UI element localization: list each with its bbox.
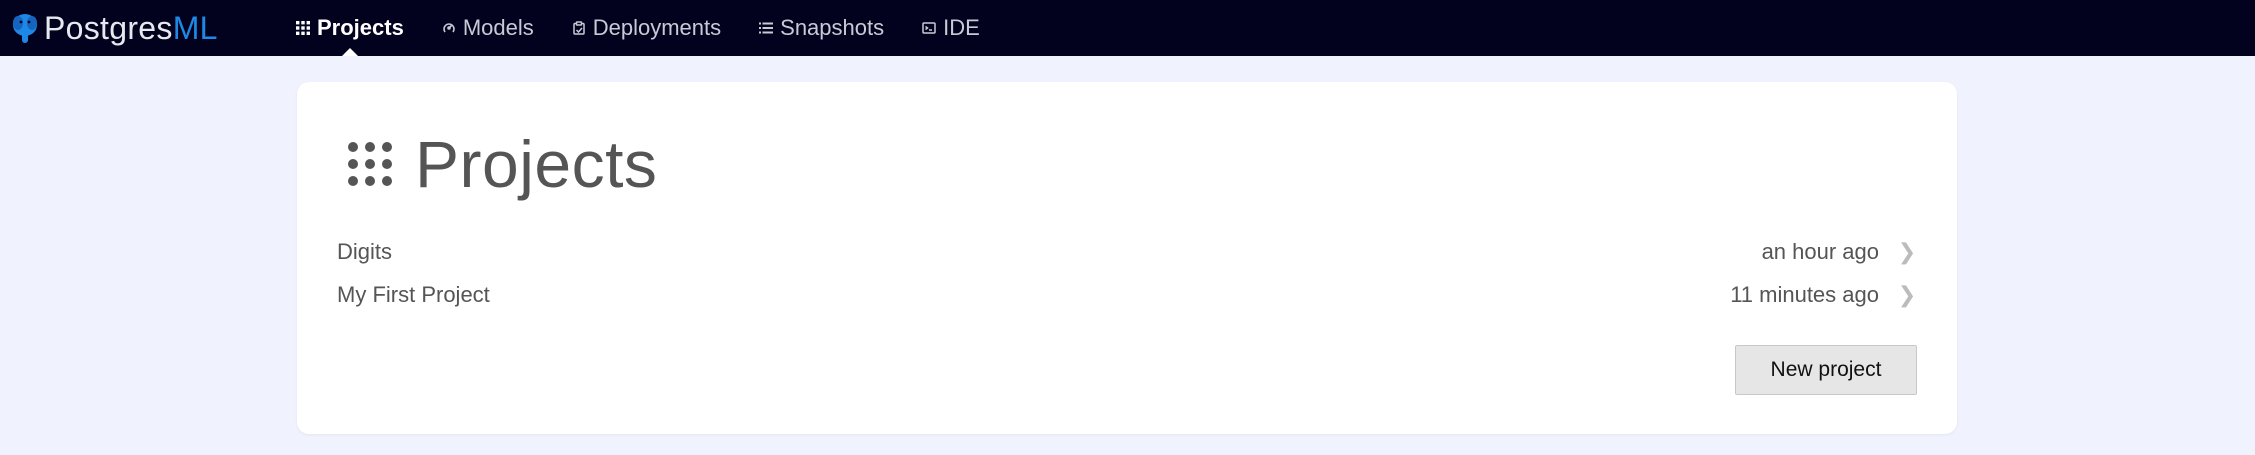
models-icon bbox=[443, 23, 455, 33]
nav-models[interactable]: Models bbox=[442, 0, 534, 56]
chevron-right-icon: ❯ bbox=[1897, 238, 1917, 264]
nav-snapshots[interactable]: Snapshots bbox=[759, 0, 884, 56]
main-nav: Projects Models Deployments Snapshots ID… bbox=[296, 0, 1018, 56]
projects-card: Projects Digits an hour ago ❯ My First P… bbox=[297, 82, 1957, 434]
project-updated-time: 11 minutes ago bbox=[1730, 281, 1879, 307]
project-list: Digits an hour ago ❯ My First Project 11… bbox=[337, 230, 1917, 316]
project-row-digits[interactable]: Digits an hour ago ❯ bbox=[337, 230, 1917, 273]
page-title-text: Projects bbox=[415, 127, 658, 201]
deployments-icon bbox=[573, 21, 585, 35]
brand-name: PostgresML bbox=[44, 9, 218, 46]
top-navigation-bar: PostgresML Projects Models Deployments S… bbox=[0, 0, 2255, 56]
project-updated-time: an hour ago bbox=[1761, 238, 1879, 264]
nav-deployments-label: Deployments bbox=[592, 15, 722, 40]
page-title: Projects bbox=[347, 124, 657, 204]
brand-logo-link[interactable]: PostgresML bbox=[10, 0, 218, 56]
nav-snapshots-label: Snapshots bbox=[780, 15, 885, 40]
nav-projects-label: Projects bbox=[317, 15, 404, 40]
elephant-logo-icon bbox=[13, 14, 37, 43]
nav-ide-label: IDE bbox=[943, 15, 980, 40]
project-name: Digits bbox=[337, 238, 393, 264]
chevron-right-icon: ❯ bbox=[1897, 281, 1917, 307]
grid-icon bbox=[348, 142, 392, 186]
nav-projects[interactable]: Projects bbox=[296, 0, 404, 56]
nav-ide[interactable]: IDE bbox=[922, 0, 980, 56]
terminal-icon bbox=[922, 22, 936, 34]
grid-icon bbox=[296, 21, 310, 35]
project-row-my-first-project[interactable]: My First Project 11 minutes ago ❯ bbox=[337, 273, 1917, 316]
nav-deployments[interactable]: Deployments bbox=[572, 0, 721, 56]
new-project-button[interactable]: New project bbox=[1735, 345, 1917, 395]
list-icon bbox=[759, 22, 774, 34]
project-name: My First Project bbox=[337, 281, 490, 307]
nav-models-label: Models bbox=[462, 15, 534, 40]
